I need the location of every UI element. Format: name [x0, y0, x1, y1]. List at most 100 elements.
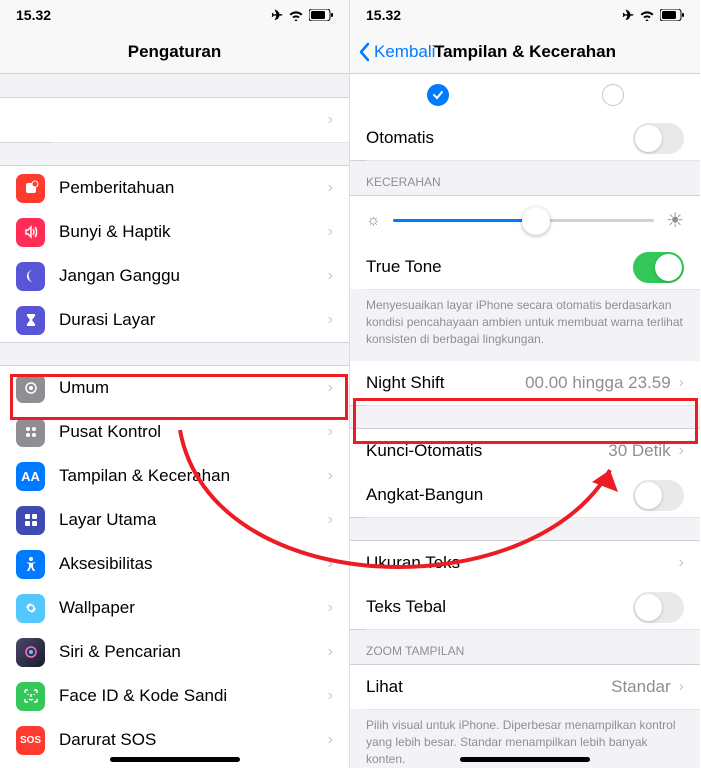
radio-light[interactable]	[427, 84, 449, 106]
sos-icon: SOS	[16, 726, 45, 755]
row-label: Layar Utama	[59, 510, 328, 530]
row-wallpaper[interactable]: Wallpaper ›	[0, 586, 349, 630]
status-time: 15.32	[366, 7, 401, 23]
airplane-icon: ✈︎	[271, 7, 283, 24]
row-label: Umum	[59, 378, 328, 398]
chevron-icon: ›	[679, 442, 684, 460]
row-label: Bunyi & Haptik	[59, 222, 328, 242]
row-umum[interactable]: Umum ›	[0, 366, 349, 410]
row-layar-utama[interactable]: Layar Utama ›	[0, 498, 349, 542]
truetone-desc: Menyesuaikan layar iPhone secara otomati…	[350, 289, 700, 361]
back-button[interactable]: Kembali	[350, 42, 435, 62]
home-screen-icon	[16, 506, 45, 535]
chevron-icon: ›	[679, 554, 684, 572]
toggle-tebal[interactable]	[633, 592, 684, 623]
toggle-truetone[interactable]	[633, 252, 684, 283]
phone-display-brightness: 15.32 ✈︎ Kembali Tampilan & Kecerahan Ot…	[350, 0, 700, 768]
wallpaper-icon	[16, 594, 45, 623]
row-label: Aksesibilitas	[59, 554, 328, 574]
brightness-slider-row: ☼ ☀︎	[350, 196, 700, 245]
row-aksesibilitas[interactable]: Aksesibilitas ›	[0, 542, 349, 586]
chevron-icon: ›	[679, 374, 684, 392]
row-label: Jangan Ganggu	[59, 266, 328, 286]
row-face-id[interactable]: Face ID & Kode Sandi ›	[0, 674, 349, 718]
header-kecerahan: KECERAHAN	[350, 160, 700, 196]
chevron-icon: ›	[328, 267, 333, 285]
row-value: 30 Detik	[608, 441, 670, 461]
accessibility-icon	[16, 550, 45, 579]
display-icon: AA	[16, 462, 45, 491]
row-ukuran-teks[interactable]: Ukuran Teks ›	[350, 541, 700, 585]
toggle-otomatis[interactable]	[633, 123, 684, 154]
chevron-icon: ›	[328, 555, 333, 573]
row-tampilan-kecerahan[interactable]: AA Tampilan & Kecerahan ›	[0, 454, 349, 498]
wifi-icon	[288, 9, 304, 21]
row-label: Wallpaper	[59, 598, 328, 618]
row-truetone[interactable]: True Tone	[350, 245, 700, 289]
row-pemaparan[interactable]: Pemberitahuan Pemaparan ›	[0, 762, 349, 768]
status-icons: ✈︎	[622, 7, 684, 24]
toggle-angkat[interactable]	[633, 480, 684, 511]
chevron-icon: ›	[328, 379, 333, 397]
hourglass-icon	[16, 306, 45, 335]
radio-dark[interactable]	[602, 84, 624, 106]
row-label: Durasi Layar	[59, 310, 328, 330]
row-label: True Tone	[366, 257, 633, 277]
notification-icon	[16, 174, 45, 203]
chevron-icon: ›	[328, 599, 333, 617]
row-teks-tebal[interactable]: Teks Tebal	[350, 585, 700, 629]
chevron-icon: ›	[328, 311, 333, 329]
sun-low-icon: ☼	[366, 212, 381, 230]
face-id-icon	[16, 682, 45, 711]
row-label: Kunci-Otomatis	[366, 441, 608, 461]
row-bunyi-haptik[interactable]: Bunyi & Haptik ›	[0, 210, 349, 254]
nav-bar: Pengaturan	[0, 30, 349, 74]
wifi-icon	[639, 9, 655, 21]
row-label: Night Shift	[366, 373, 525, 393]
chevron-icon: ›	[328, 223, 333, 241]
chevron-left-icon	[358, 42, 370, 62]
chevron-icon: ›	[328, 179, 333, 197]
battery-icon	[660, 9, 684, 21]
row-durasi-layar[interactable]: Durasi Layar ›	[0, 298, 349, 342]
row-value: Standar	[611, 677, 671, 697]
row-label: Tampilan & Kecerahan	[59, 466, 328, 486]
battery-icon	[309, 9, 333, 21]
control-center-icon	[16, 418, 45, 447]
row-otomatis[interactable]: Otomatis	[350, 116, 700, 160]
chevron-icon: ›	[328, 111, 333, 129]
phone-settings-root: 15.32 ✈︎ Pengaturan › Pemberitahuan › Bu…	[0, 0, 350, 768]
home-indicator[interactable]	[110, 757, 240, 762]
chevron-icon: ›	[679, 678, 684, 696]
gear-icon	[16, 374, 45, 403]
group-general: Umum › Pusat Kontrol › AA Tampilan & Kec…	[0, 366, 349, 768]
row-angkat-bangun[interactable]: Angkat-Bangun	[350, 473, 700, 517]
row-label: Pemberitahuan	[59, 178, 328, 198]
row-nightshift[interactable]: Night Shift 00.00 hingga 23.59 ›	[350, 361, 700, 405]
row-label: Teks Tebal	[366, 597, 633, 617]
status-time: 15.32	[16, 7, 51, 23]
row-pusat-kontrol[interactable]: Pusat Kontrol ›	[0, 410, 349, 454]
row-label: Lihat	[366, 677, 611, 697]
chevron-icon: ›	[328, 467, 333, 485]
brightness-slider[interactable]	[393, 219, 654, 222]
empty-row[interactable]: ›	[0, 98, 349, 142]
row-darurat-sos[interactable]: SOS Darurat SOS ›	[0, 718, 349, 762]
row-label: Face ID & Kode Sandi	[59, 686, 328, 706]
row-siri[interactable]: Siri & Pencarian ›	[0, 630, 349, 674]
row-value: 00.00 hingga 23.59	[525, 373, 671, 393]
chevron-icon: ›	[328, 731, 333, 749]
row-lihat[interactable]: Lihat Standar ›	[350, 665, 700, 709]
nav-bar: Kembali Tampilan & Kecerahan	[350, 30, 700, 74]
moon-icon	[16, 262, 45, 291]
back-label: Kembali	[374, 42, 435, 62]
row-pemberitahuan[interactable]: Pemberitahuan ›	[0, 166, 349, 210]
home-indicator[interactable]	[460, 757, 590, 762]
row-jangan-ganggu[interactable]: Jangan Ganggu ›	[0, 254, 349, 298]
chevron-icon: ›	[328, 423, 333, 441]
row-label: Darurat SOS	[59, 730, 328, 750]
row-kunci-otomatis[interactable]: Kunci-Otomatis 30 Detik ›	[350, 429, 700, 473]
row-label: Angkat-Bangun	[366, 485, 633, 505]
row-label: Otomatis	[366, 128, 633, 148]
status-bar: 15.32 ✈︎	[0, 0, 349, 30]
